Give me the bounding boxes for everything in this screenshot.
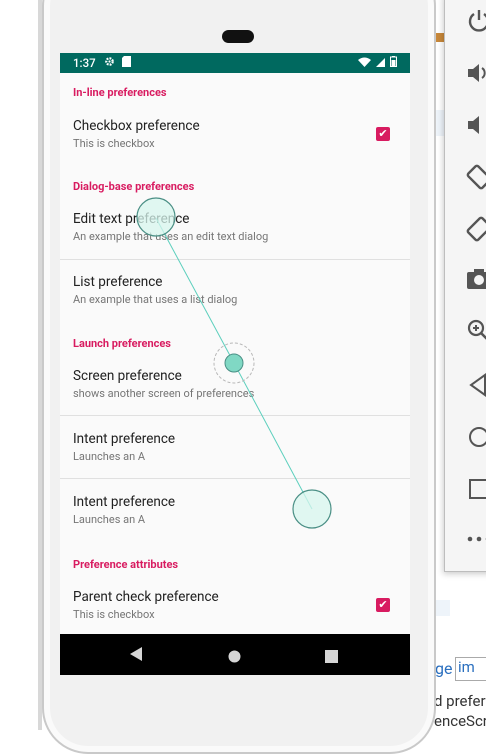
- divider: [60, 478, 410, 479]
- intent-preference-2[interactable]: Intent preference Launches an A: [60, 482, 410, 544]
- navigation-bar: [60, 634, 410, 675]
- intent-preference-1[interactable]: Intent preference Launches an A: [60, 419, 410, 481]
- list-preference-summary: An example that uses a list dialog: [73, 293, 237, 306]
- edit-text-preference-title: Edit text preference: [73, 211, 189, 227]
- parent-check-preference-title: Parent check preference: [73, 589, 219, 605]
- rotate-right-icon[interactable]: [465, 215, 486, 245]
- category-attributes: Preference attributes: [73, 558, 178, 571]
- status-time: 1:37: [73, 56, 96, 70]
- emulator-toolbar: [444, 0, 486, 572]
- preferences-list: In-line preferences Checkbox preference …: [60, 73, 410, 634]
- parent-check-preference[interactable]: Parent check preference This is checkbox…: [60, 577, 410, 639]
- back-icon[interactable]: [465, 371, 486, 401]
- power-icon[interactable]: [465, 7, 486, 37]
- camera-icon[interactable]: [465, 265, 486, 295]
- intent-preference-2-summary: Launches an A: [73, 513, 145, 526]
- category-inline: In-line preferences: [73, 86, 167, 99]
- image-placeholder: im: [455, 657, 486, 681]
- page-text-line: enceScr: [434, 712, 486, 730]
- overview-icon[interactable]: [465, 475, 486, 505]
- checkbox-preference-summary: This is checkbox: [73, 137, 155, 150]
- intent-preference-1-title: Intent preference: [73, 431, 175, 447]
- divider: [60, 415, 410, 416]
- more-icon[interactable]: [465, 525, 486, 555]
- nav-home-icon[interactable]: [228, 648, 241, 667]
- intent-preference-1-summary: Launches an A: [73, 450, 145, 463]
- parent-check-preference-checkbox[interactable]: ✔: [376, 598, 390, 612]
- volume-up-icon[interactable]: [465, 59, 486, 89]
- signal-icon: [376, 56, 385, 70]
- device-screen: 1:37 In-line preferences Checkbox prefer…: [60, 53, 410, 675]
- checkbox-preference[interactable]: Checkbox preference This is checkbox ✔: [60, 106, 410, 168]
- edit-text-preference-summary: An example that uses an edit text dialog: [73, 230, 268, 243]
- checkbox-preference-title: Checkbox preference: [73, 118, 200, 134]
- battery-icon: [390, 56, 397, 70]
- edit-text-preference[interactable]: Edit text preference An example that use…: [60, 199, 410, 261]
- screen-preference-title: Screen preference: [73, 368, 182, 384]
- home-icon[interactable]: [465, 423, 486, 453]
- sd-card-icon: [122, 56, 131, 70]
- rotate-left-icon[interactable]: [465, 163, 486, 193]
- category-dialog: Dialog-base preferences: [73, 180, 194, 193]
- nav-overview-icon[interactable]: [325, 648, 338, 667]
- status-bar: 1:37: [60, 53, 410, 73]
- volume-down-icon[interactable]: [465, 111, 486, 141]
- gear-icon: [104, 56, 115, 70]
- parent-check-preference-summary: This is checkbox: [73, 608, 155, 621]
- screen-preference-summary: shows another screen of preferences: [73, 387, 254, 400]
- list-preference[interactable]: List preference An example that uses a l…: [60, 262, 410, 324]
- intent-preference-2-title: Intent preference: [73, 494, 175, 510]
- divider: [60, 259, 410, 260]
- list-preference-title: List preference: [73, 274, 162, 290]
- image-placeholder-text: im: [458, 658, 475, 676]
- page-text-line: d prefer: [434, 692, 486, 710]
- nav-back-icon[interactable]: [129, 646, 143, 666]
- earpiece-speaker: [222, 30, 254, 43]
- zoom-in-icon[interactable]: [465, 317, 486, 347]
- category-launch: Launch preferences: [73, 337, 171, 350]
- wifi-icon: [358, 56, 371, 70]
- page-link[interactable]: ge: [435, 659, 452, 678]
- screen-preference[interactable]: Screen preference shows another screen o…: [60, 356, 410, 418]
- checkbox-preference-checkbox[interactable]: ✔: [376, 127, 390, 141]
